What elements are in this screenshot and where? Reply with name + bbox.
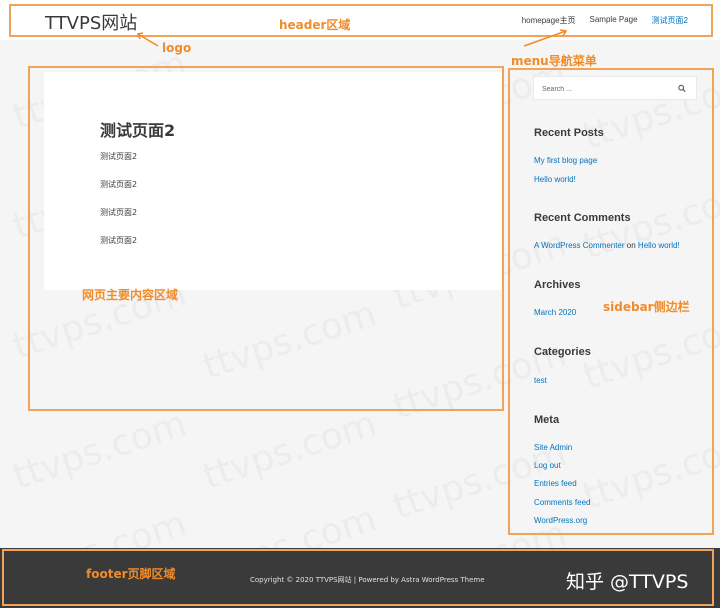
watermark-text: ttvps.com <box>8 403 191 497</box>
content-region-outline <box>28 66 504 411</box>
site-footer: footer页脚区域 Copyright © 2020 TTVPS网站 | Po… <box>0 548 720 608</box>
header-region-outline <box>9 4 713 37</box>
annotation-footer: footer页脚区域 <box>86 567 176 581</box>
annotation-header: header区域 <box>279 18 351 32</box>
watermark-text: ttvps.com <box>198 403 381 497</box>
annotation-sidebar: sidebar侧边栏 <box>603 300 690 314</box>
annotation-content: 网页主要内容区域 <box>82 288 179 302</box>
annotation-menu: menu导航菜单 <box>511 54 597 68</box>
zhihu-author-mark: 知乎 @TTVPS <box>566 571 689 593</box>
footer-copyright: Copyright © 2020 TTVPS网站 | Powered by As… <box>250 576 485 584</box>
annotation-logo: logo <box>162 41 192 55</box>
